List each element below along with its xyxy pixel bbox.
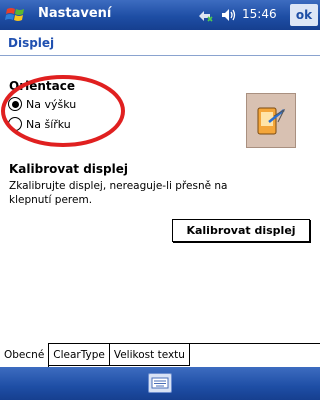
portrait-label: Na výšku <box>26 97 77 111</box>
speaker-icon[interactable] <box>220 6 238 24</box>
ok-button[interactable]: ok <box>290 4 318 26</box>
calibration-description: Zkalibrujte displej, nereaguje-li přesně… <box>9 180 228 206</box>
orientation-portrait-option[interactable]: Na výšku <box>8 97 76 111</box>
keyboard-icon[interactable] <box>148 373 172 393</box>
header-divider <box>0 55 320 56</box>
landscape-label: Na šířku <box>26 117 71 131</box>
tab-text-size[interactable]: Velikost textu <box>109 344 190 366</box>
tab-bar: Obecné ClearType Velikost textu <box>0 343 320 367</box>
bottom-bar <box>0 367 320 400</box>
connectivity-icon[interactable] <box>196 6 214 24</box>
tab-bar-filler <box>190 344 320 367</box>
device-rotation-icon <box>246 93 296 148</box>
orientation-label: Orientace <box>9 79 75 93</box>
title-bar: Nastavení 15:46 ok <box>0 0 320 30</box>
tab-cleartype[interactable]: ClearType <box>49 344 110 366</box>
clock[interactable]: 15:46 <box>242 7 277 21</box>
landscape-radio[interactable] <box>8 117 22 131</box>
portrait-radio[interactable] <box>8 97 22 111</box>
calibration-title: Kalibrovat displej <box>9 162 129 176</box>
windows-start-icon[interactable] <box>4 3 28 27</box>
app-title: Nastavení <box>38 6 112 21</box>
orientation-landscape-option[interactable]: Na šířku <box>8 117 71 131</box>
calibrate-display-button[interactable]: Kalibrovat displej <box>172 219 310 242</box>
page-title: Displej <box>8 36 55 50</box>
tab-general[interactable]: Obecné <box>0 343 50 367</box>
